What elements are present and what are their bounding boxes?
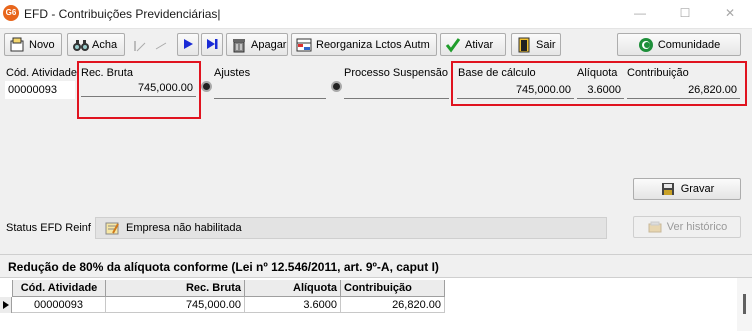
checkmark-icon — [445, 37, 461, 53]
reorganize-icon — [296, 37, 312, 53]
ver-historico-button[interactable]: Ver histórico — [633, 216, 741, 238]
ajustes-label: Ajustes — [214, 67, 251, 79]
comunidade-label: Comunidade — [657, 38, 721, 51]
minimize-icon[interactable]: — — [632, 5, 648, 21]
grid-scrollbar[interactable] — [737, 278, 752, 331]
status-efd-field: Empresa não habilitada — [95, 217, 607, 239]
gravar-label: Gravar — [680, 183, 715, 195]
prev-record-icon[interactable] — [154, 39, 168, 53]
acha-label: Acha — [92, 38, 118, 51]
table-cell-cod-atividade[interactable]: 00000093 — [12, 297, 106, 313]
exit-door-icon — [516, 37, 532, 53]
data-grid: Cód. Atividade Rec. Bruta Alíquota Contr… — [0, 278, 752, 331]
column-header-cod-atividade[interactable]: Cód. Atividade — [12, 280, 106, 297]
close-icon[interactable]: ✕ — [722, 5, 738, 21]
apagar-label: Apagar — [251, 38, 287, 51]
sair-label: Sair — [536, 38, 556, 51]
ver-historico-label: Ver histórico — [666, 221, 728, 233]
maximize-icon[interactable]: ☐ — [677, 5, 693, 21]
save-icon — [660, 181, 676, 197]
row-indicator[interactable] — [0, 297, 12, 313]
ajustes-lookup-icon[interactable] — [201, 81, 212, 92]
contribuicao-highlight — [451, 61, 747, 106]
column-header-aliquota[interactable]: Alíquota — [245, 280, 341, 297]
reorganiza-button[interactable]: Reorganiza Lctos Autm — [291, 33, 437, 56]
history-icon — [647, 219, 663, 235]
first-record-icon[interactable] — [133, 39, 147, 53]
app-logo-icon: G6 — [3, 5, 19, 21]
scrollbar-thumb[interactable] — [743, 294, 746, 314]
comunidade-button[interactable]: Comunidade — [617, 33, 741, 56]
community-logo-icon — [638, 37, 654, 53]
ajustes-field[interactable] — [214, 81, 326, 99]
binoculars-icon — [72, 37, 89, 53]
ativar-button[interactable]: Ativar — [440, 33, 506, 56]
novo-button[interactable]: Novo — [4, 33, 62, 56]
new-document-icon — [9, 37, 25, 53]
status-efd-value: Empresa não habilitada — [126, 222, 242, 234]
row-pointer-icon — [3, 301, 9, 309]
reducao-banner: Redução de 80% da alíquota conforme (Lei… — [0, 254, 752, 278]
apagar-button[interactable]: Apagar — [226, 33, 288, 56]
processo-suspensao-field[interactable] — [344, 81, 449, 99]
cod-atividade-label: Cód. Atividade — [6, 67, 77, 79]
table-cell-contribuicao[interactable]: 26,820.00 — [341, 297, 445, 313]
title-bar: G6 EFD - Contribuições Previdenciárias| … — [0, 0, 752, 29]
processo-suspensao-label: Processo Suspensão — [344, 67, 448, 79]
status-note-icon — [104, 220, 120, 236]
ativar-label: Ativar — [465, 38, 494, 51]
rec-bruta-highlight — [77, 61, 201, 119]
skip-last-icon — [205, 37, 219, 53]
toolbar: Novo Acha Apagar Reorganiza Lctos Autm A… — [0, 33, 752, 59]
column-header-contribuicao[interactable]: Contribuição — [341, 280, 445, 297]
table-cell-aliquota[interactable]: 3.6000 — [245, 297, 341, 313]
novo-label: Novo — [29, 38, 55, 51]
column-header-rec-bruta[interactable]: Rec. Bruta — [106, 280, 245, 297]
table-cell-rec-bruta[interactable]: 745,000.00 — [106, 297, 245, 313]
cod-atividade-field[interactable]: 00000093 — [5, 81, 75, 99]
acha-button[interactable]: Acha — [67, 33, 125, 56]
window-title: EFD - Contribuições Previdenciárias| — [24, 7, 221, 21]
status-efd-label: Status EFD Reinf — [6, 222, 91, 234]
sair-button[interactable]: Sair — [511, 33, 561, 56]
play-next-icon — [181, 37, 195, 53]
last-record-button[interactable] — [201, 33, 223, 56]
trash-icon — [231, 37, 247, 53]
reorganiza-label: Reorganiza Lctos Autm — [316, 38, 430, 51]
processo-lookup-icon[interactable] — [331, 81, 342, 92]
next-record-button[interactable] — [177, 33, 199, 56]
gravar-button[interactable]: Gravar — [633, 178, 741, 200]
